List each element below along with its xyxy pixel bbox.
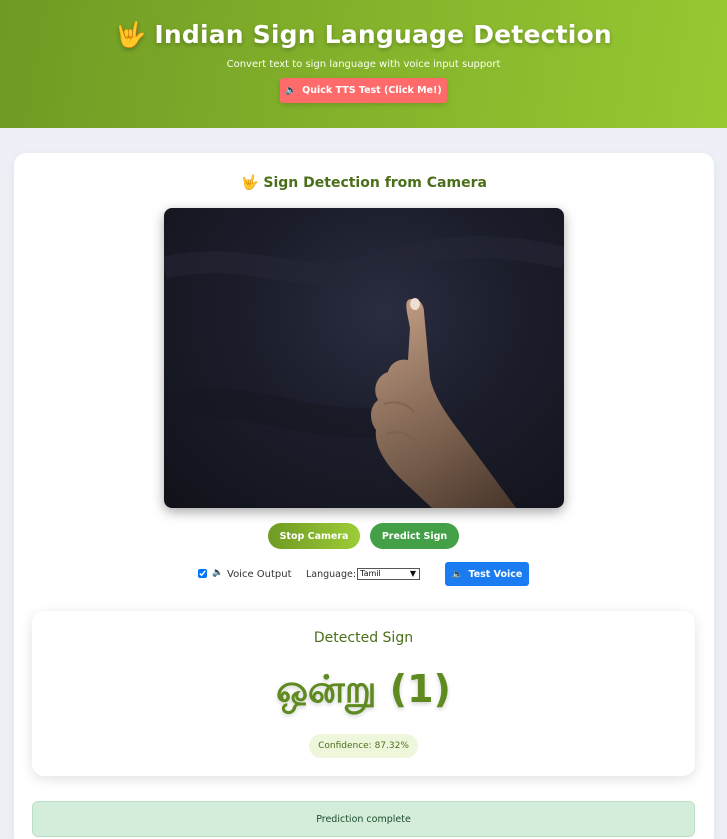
quick-tts-test-button[interactable]: 🔈 Quick TTS Test (Click Me!) xyxy=(280,78,447,103)
predict-sign-button[interactable]: Predict Sign xyxy=(370,523,459,549)
language-select[interactable]: Tamil ▼ xyxy=(357,568,420,580)
speaker-icon: 🔈 xyxy=(451,568,464,580)
language-selected-value: Tamil xyxy=(360,569,381,578)
test-voice-button[interactable]: 🔈 Test Voice xyxy=(445,562,529,586)
status-message: Prediction complete xyxy=(32,801,695,837)
page-title-text: Indian Sign Language Detection xyxy=(154,20,612,49)
detected-sign-label: Detected Sign xyxy=(313,630,414,646)
page-title: 🤟 Indian Sign Language Detection xyxy=(0,20,727,50)
section-title-text: Sign Detection from Camera xyxy=(263,175,487,191)
detected-sign-card: Detected Sign ஒன்று (1) Confidence: 87.3… xyxy=(32,611,695,776)
voice-output-checkbox[interactable] xyxy=(198,569,207,578)
page-header: 🤟 Indian Sign Language Detection Convert … xyxy=(0,0,727,128)
hand-sign-icon: 🤟 xyxy=(241,175,259,191)
camera-feed xyxy=(164,208,564,508)
test-voice-label: Test Voice xyxy=(468,568,523,580)
speaker-icon: 🔈 xyxy=(212,568,224,578)
stop-camera-button[interactable]: Stop Camera xyxy=(268,523,360,549)
hand-sign-icon: 🤟 xyxy=(115,20,147,49)
confidence-badge: Confidence: 87.32% xyxy=(309,734,418,758)
page-subtitle: Convert text to sign language with voice… xyxy=(226,59,501,70)
voice-output-label: Voice Output xyxy=(227,569,292,580)
section-title: 🤟 Sign Detection from Camera xyxy=(14,175,714,191)
chevron-down-icon: ▼ xyxy=(409,569,416,578)
language-label: Language: xyxy=(306,569,357,580)
camera-feed-image xyxy=(164,236,564,508)
detected-sign-value: ஒன்று (1) xyxy=(276,667,451,711)
detection-card: 🤟 Sign Detection from Camera Stop Camera… xyxy=(14,153,714,839)
speaker-icon: 🔈 xyxy=(285,85,298,96)
quick-tts-test-label: Quick TTS Test (Click Me!) xyxy=(302,85,442,96)
